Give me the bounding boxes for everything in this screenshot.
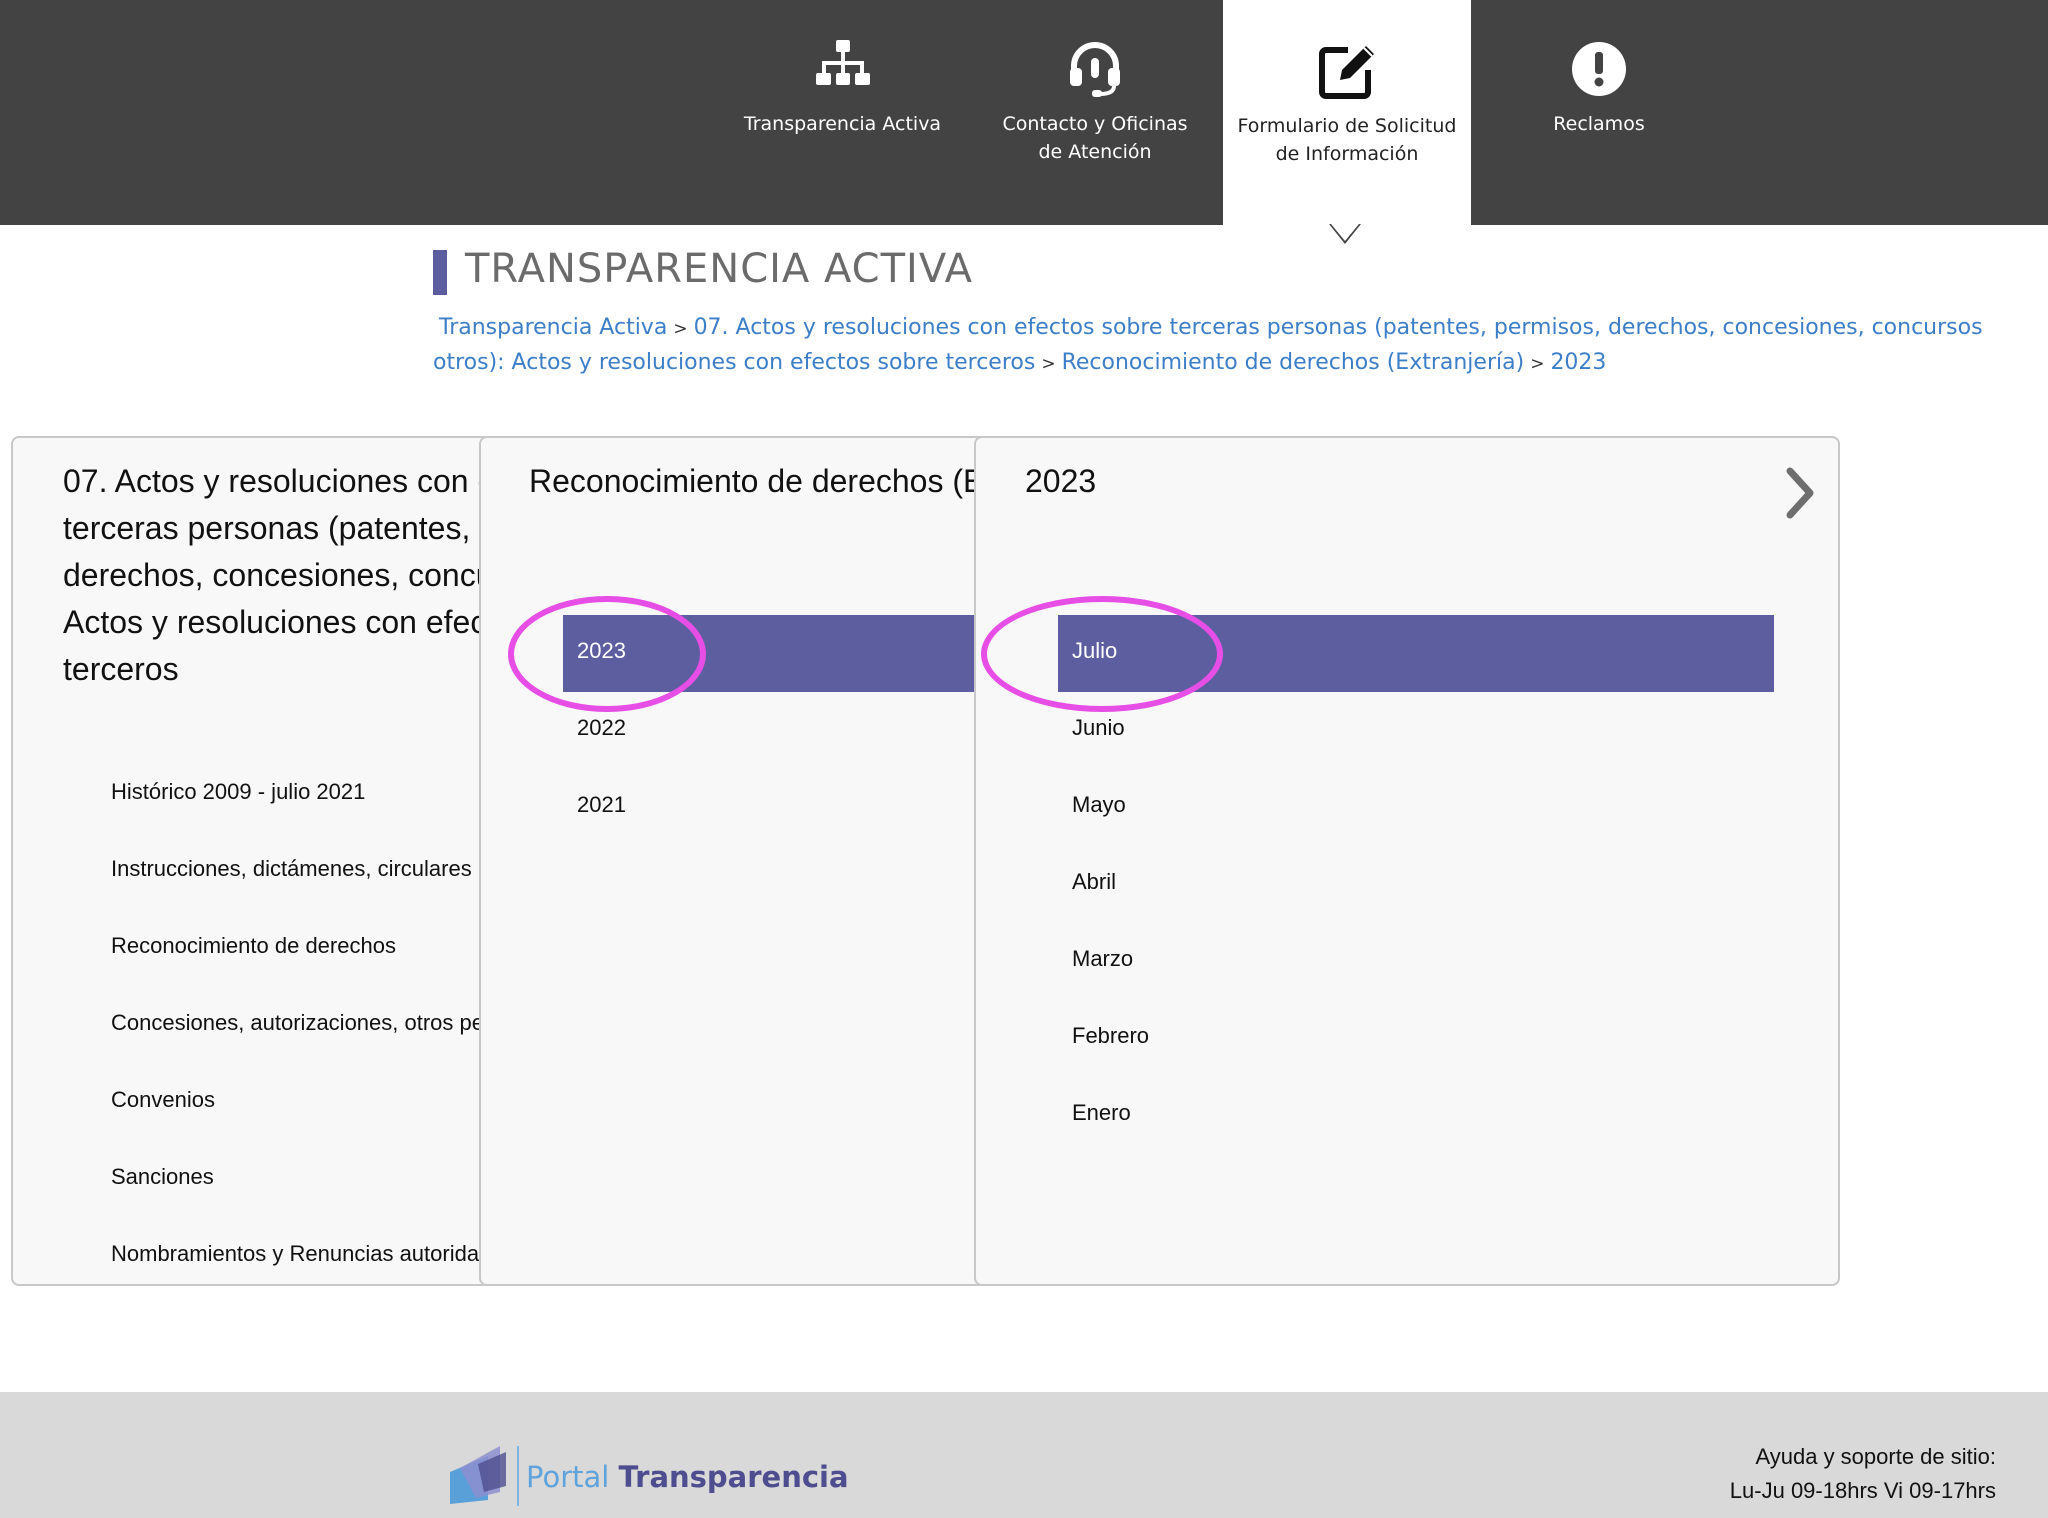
support-info: Ayuda y soporte de sitio: Lu-Ju 09-18hrs… xyxy=(1730,1440,1996,1508)
year-panel: Reconocimiento de derechos (Extranjería)… xyxy=(479,436,989,1286)
breadcrumb-link-transparencia-activa[interactable]: Transparencia Activa xyxy=(439,315,667,340)
month-list: Julio Junio Mayo Abril Marzo Febrero Ene… xyxy=(1058,615,1774,1154)
chevron-right-icon[interactable] xyxy=(1780,465,1820,521)
month-item[interactable]: Junio xyxy=(1058,692,1774,769)
list-item[interactable]: Histórico 2009 - julio 2021 xyxy=(111,756,509,833)
nav-transparencia-activa[interactable]: Transparencia Activa xyxy=(730,0,955,225)
year-panel-heading: Reconocimiento de derechos (Extranjería) xyxy=(529,463,987,499)
breadcrumb-link-reconocimiento[interactable]: Reconocimiento de derechos (Extranjería) xyxy=(1062,350,1525,375)
month-item[interactable]: Abril xyxy=(1058,846,1774,923)
month-item-selected[interactable]: Julio xyxy=(1058,615,1774,692)
top-navigation: Transparencia Activa Contacto y Oficinas… xyxy=(0,0,2048,225)
month-item[interactable]: Febrero xyxy=(1058,1000,1774,1077)
nav-label: Reclamos xyxy=(1553,113,1645,135)
list-item-label: Nombramientos y Renuncias autoridades xyxy=(111,1241,511,1266)
list-item-label: Febrero xyxy=(1072,1023,1150,1048)
list-item-label: Sanciones xyxy=(111,1164,214,1189)
month-panel: 2023 Julio Junio Mayo Abril Marzo Febrer… xyxy=(974,436,1840,1286)
support-hours: Lu-Ju 09-18hrs Vi 09-17hrs xyxy=(1729,1478,1996,1503)
footer: Portal Transparencia Ayuda y soporte de … xyxy=(0,1392,2048,1518)
list-item-label: Instrucciones, dictámenes, circulares xyxy=(111,856,472,881)
page-title: TRANSPARENCIA ACTIVA xyxy=(465,246,973,292)
list-item[interactable]: Sanciones xyxy=(111,1141,509,1218)
list-item-label: Junio xyxy=(1072,715,1125,740)
category-panel-heading: 07. Actos y resoluciones con efectos sob… xyxy=(63,463,509,687)
nav-label: Formulario de Solicitud de Información xyxy=(1237,115,1457,165)
list-item-label: Enero xyxy=(1072,1100,1131,1125)
active-tab-pointer-fill xyxy=(1331,224,1359,241)
breadcrumb-separator: > xyxy=(1041,354,1056,374)
month-panel-heading: 2023 xyxy=(1025,463,1097,499)
month-item[interactable]: Enero xyxy=(1058,1077,1774,1154)
exclamation-icon xyxy=(1572,42,1626,96)
list-item-label: Reconocimiento de derechos xyxy=(111,933,396,958)
year-item[interactable]: 2022 xyxy=(563,692,987,769)
list-item-label: Convenios xyxy=(111,1087,215,1112)
category-panel: 07. Actos y resoluciones con efectos sob… xyxy=(11,436,511,1286)
brand-word-transparencia: Transparencia xyxy=(618,1460,849,1494)
portal-transparencia-logo xyxy=(450,1446,506,1504)
list-item-label: 2021 xyxy=(577,792,626,817)
nav-formulario[interactable]: Formulario de Solicitud de Información xyxy=(1223,0,1471,225)
breadcrumb-separator: > xyxy=(1530,354,1545,374)
list-item-label: Concesiones, autorizaciones, otros permi… xyxy=(111,1010,511,1035)
list-item-label: Abril xyxy=(1072,869,1117,894)
list-item-label: 2022 xyxy=(577,715,626,740)
support-title: Ayuda y soporte de sitio: xyxy=(1755,1444,1996,1469)
list-item-label: Marzo xyxy=(1072,946,1134,971)
nav-label: Contacto y Oficinas de Atención xyxy=(1002,113,1188,163)
year-item-selected[interactable]: 2023 xyxy=(563,615,987,692)
title-accent-bar xyxy=(433,250,447,295)
year-item[interactable]: 2021 xyxy=(563,769,987,846)
edit-form-icon xyxy=(1319,46,1374,99)
list-item[interactable]: Convenios xyxy=(111,1064,509,1141)
brand-word-portal: Portal xyxy=(526,1460,610,1494)
list-item-label: 2023 xyxy=(577,638,626,663)
breadcrumb: Transparencia Activa >07. Actos y resoluc… xyxy=(433,311,1993,381)
list-item-label: Histórico 2009 - julio 2021 xyxy=(111,779,366,804)
breadcrumb-separator: > xyxy=(673,319,688,339)
footer-logo-divider xyxy=(517,1446,519,1506)
headset-icon xyxy=(1070,42,1120,97)
list-item[interactable]: Concesiones, autorizaciones, otros permi… xyxy=(111,987,511,1064)
nav-reclamos[interactable]: Reclamos xyxy=(1490,0,1708,225)
list-item[interactable]: Instrucciones, dictámenes, circulares xyxy=(111,833,509,910)
breadcrumb-link-2023[interactable]: 2023 xyxy=(1550,350,1606,375)
nav-contacto[interactable]: Contacto y Oficinas de Atención xyxy=(980,0,1210,225)
month-item[interactable]: Mayo xyxy=(1058,769,1774,846)
month-item[interactable]: Marzo xyxy=(1058,923,1774,1000)
footer-brand[interactable]: Portal Transparencia xyxy=(526,1460,849,1494)
year-list: 2023 2022 2021 xyxy=(563,615,987,846)
nav-label: Transparencia Activa xyxy=(743,113,942,135)
list-item[interactable]: Nombramientos y Renuncias autoridades xyxy=(111,1218,511,1284)
category-list: Histórico 2009 - julio 2021 Instruccione… xyxy=(111,756,511,1284)
list-item-label: Mayo xyxy=(1072,792,1126,817)
list-item-label: Julio xyxy=(1072,638,1118,663)
sitemap-icon xyxy=(815,40,870,85)
list-item[interactable]: Reconocimiento de derechos xyxy=(111,910,509,987)
